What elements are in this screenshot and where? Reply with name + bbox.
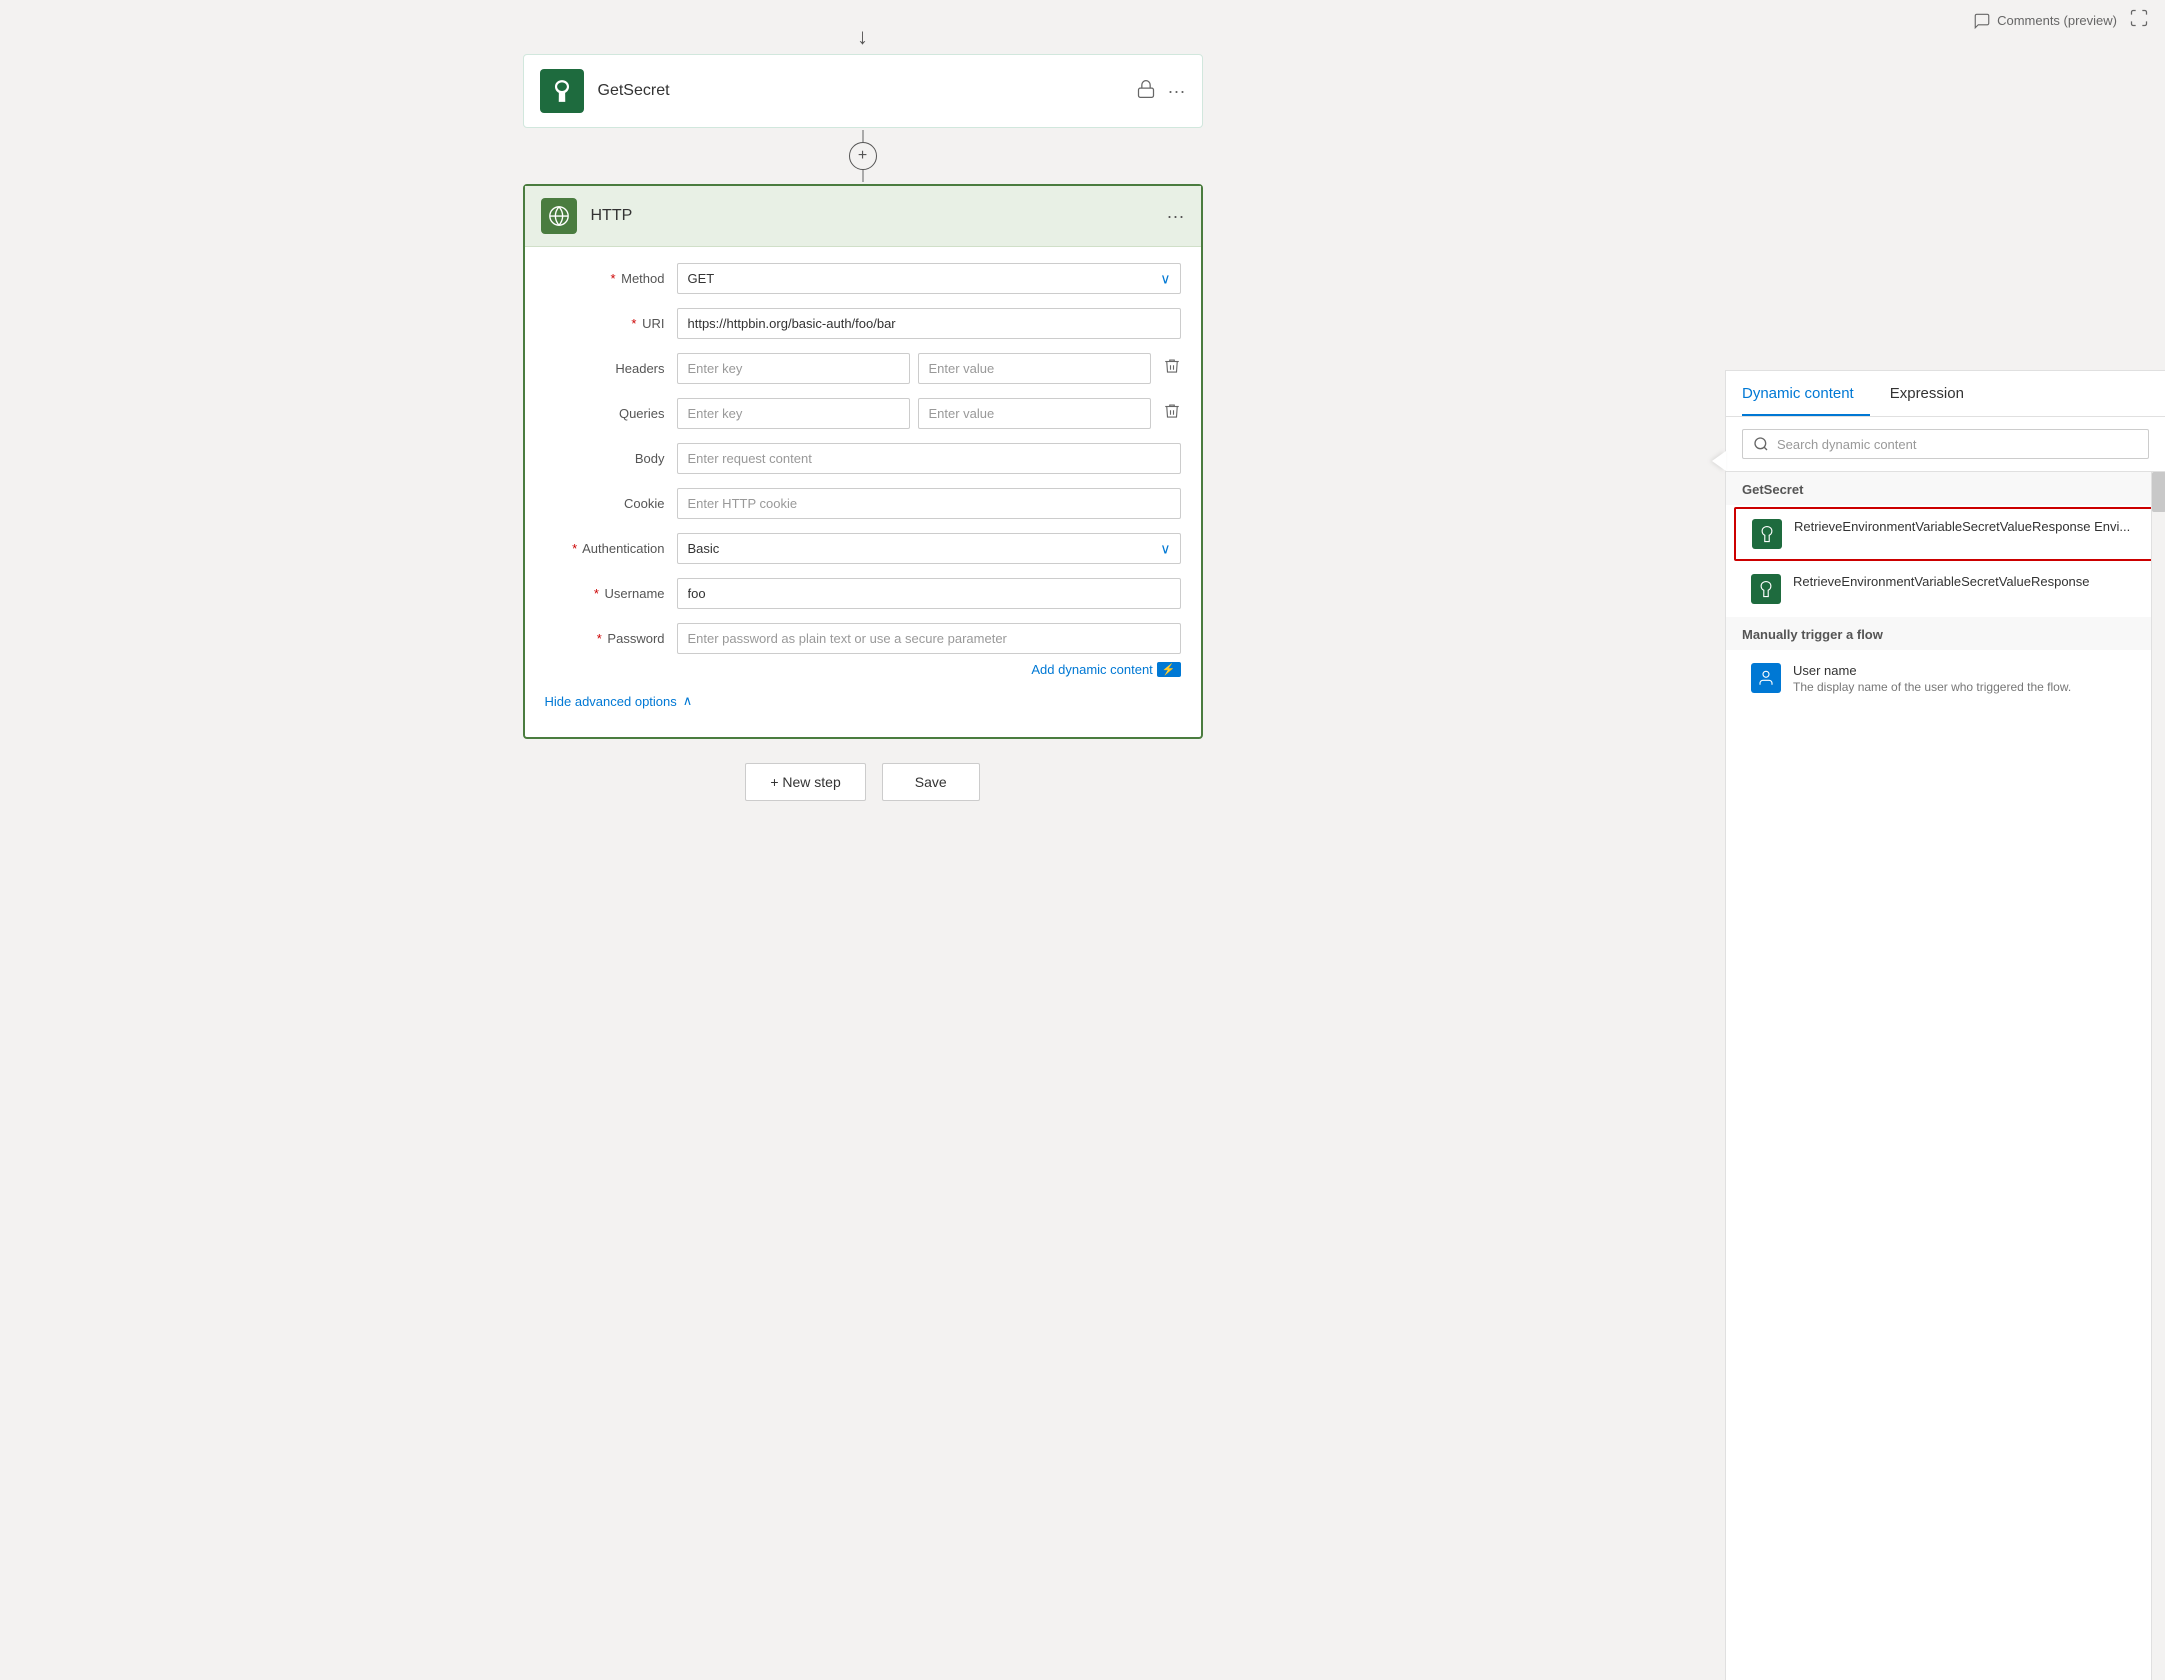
comments-icon	[1973, 12, 1991, 30]
globe-icon	[548, 205, 570, 227]
cookie-input[interactable]	[677, 488, 1181, 519]
comments-label: Comments (preview)	[1997, 13, 2117, 28]
method-select[interactable]: GET POST PUT DELETE PATCH	[677, 263, 1181, 294]
headers-label: Headers	[545, 361, 665, 376]
panel-tabs: Dynamic content Expression	[1726, 371, 2165, 417]
queries-value-input[interactable]	[918, 398, 1151, 429]
method-select-wrapper: GET POST PUT DELETE PATCH ∨	[677, 263, 1181, 294]
plus-connector: +	[849, 130, 877, 182]
item1-icon	[1752, 519, 1782, 549]
new-step-button[interactable]: + New step	[745, 763, 865, 801]
queries-delete-button[interactable]	[1163, 402, 1181, 425]
fullscreen-icon	[2129, 8, 2149, 28]
right-panel: Dynamic content Expression GetSecret	[1725, 370, 2165, 1680]
get-secret-title: GetSecret	[598, 82, 1136, 100]
authentication-label: * Authentication	[545, 541, 665, 556]
http-globe-icon	[541, 198, 577, 234]
search-wrapper	[1742, 429, 2149, 459]
authentication-row: * Authentication None Basic Client Certi…	[545, 533, 1181, 564]
add-step-button[interactable]: +	[849, 142, 877, 170]
top-arrow: ↓	[857, 24, 868, 50]
uri-label: * URI	[545, 316, 665, 331]
queries-row: Queries	[545, 398, 1181, 429]
panel-pointer	[1712, 451, 1726, 471]
connector-line-top	[862, 130, 864, 142]
chevron-up-icon: ∧	[683, 693, 693, 709]
password-row: * Password	[545, 623, 1181, 654]
item2-icon	[1751, 574, 1781, 604]
body-input[interactable]	[677, 443, 1181, 474]
headers-value-input[interactable]	[918, 353, 1151, 384]
password-input[interactable]	[677, 623, 1181, 654]
username-label: * Username	[545, 586, 665, 601]
panel-content: GetSecret RetrieveEnvironmentVariableSec…	[1726, 472, 2165, 1680]
bottom-actions: + New step Save	[745, 763, 979, 801]
uri-required: *	[631, 316, 636, 331]
queries-key-input[interactable]	[677, 398, 910, 429]
http-more-button[interactable]: ···	[1167, 206, 1185, 227]
panel-search	[1726, 417, 2165, 472]
password-label: * Password	[545, 631, 665, 646]
http-header: HTTP ···	[525, 186, 1201, 247]
tab-dynamic-content[interactable]: Dynamic content	[1742, 371, 1870, 416]
fullscreen-button[interactable]	[2129, 8, 2149, 33]
item2-text: RetrieveEnvironmentVariableSecretValueRe…	[1793, 574, 2140, 589]
headers-inputs	[677, 353, 1151, 384]
top-bar: Comments (preview)	[1957, 0, 2165, 41]
add-dynamic-content-button[interactable]: Add dynamic content ⚡	[1031, 662, 1180, 677]
headers-row: Headers	[545, 353, 1181, 384]
headers-key-input[interactable]	[677, 353, 910, 384]
dynamic-content-row: Add dynamic content ⚡	[545, 662, 1181, 677]
dynamic-content-item-3[interactable]: User name The display name of the user w…	[1734, 652, 2157, 705]
cookie-label: Cookie	[545, 496, 665, 511]
scrollbar-thumb[interactable]	[2152, 472, 2165, 512]
connector-line-bottom	[862, 170, 864, 182]
canvas: ↓ GetSecret ··· +	[0, 0, 1725, 1680]
auth-select[interactable]: None Basic Client Certificate Active Dir…	[677, 533, 1181, 564]
card-actions: ···	[1136, 79, 1186, 104]
save-button[interactable]: Save	[882, 763, 980, 801]
method-required: *	[610, 271, 615, 286]
hide-advanced-button[interactable]: Hide advanced options ∧	[545, 689, 693, 721]
get-secret-icon	[540, 69, 584, 113]
http-body: * Method GET POST PUT DELETE PATCH ∨	[525, 247, 1201, 737]
password-required: *	[597, 631, 602, 646]
headers-delete-button[interactable]	[1163, 357, 1181, 380]
search-input[interactable]	[1777, 437, 2138, 452]
body-row: Body	[545, 443, 1181, 474]
scrollbar-track[interactable]	[2151, 472, 2165, 1680]
dynamic-badge: ⚡	[1157, 662, 1181, 677]
dynamic-content-item-1[interactable]: RetrieveEnvironmentVariableSecretValueRe…	[1734, 507, 2157, 561]
section-header-getsecret: GetSecret	[1726, 472, 2165, 505]
lock-icon[interactable]	[1136, 79, 1156, 104]
auth-select-wrapper: None Basic Client Certificate Active Dir…	[677, 533, 1181, 564]
get-secret-card[interactable]: GetSecret ···	[523, 54, 1203, 128]
key-vault-icon	[549, 78, 575, 104]
username-input[interactable]	[677, 578, 1181, 609]
get-secret-more-icon[interactable]: ···	[1168, 81, 1186, 102]
tab-expression[interactable]: Expression	[1890, 371, 1980, 416]
item3-text: User name The display name of the user w…	[1793, 663, 2140, 694]
search-icon	[1753, 436, 1769, 452]
username-required: *	[594, 586, 599, 601]
uri-row: * URI	[545, 308, 1181, 339]
cookie-row: Cookie	[545, 488, 1181, 519]
queries-label: Queries	[545, 406, 665, 421]
http-title: HTTP	[591, 207, 1167, 225]
queries-inputs	[677, 398, 1151, 429]
dynamic-content-item-2[interactable]: RetrieveEnvironmentVariableSecretValueRe…	[1734, 563, 2157, 615]
method-label: * Method	[545, 271, 665, 286]
auth-required: *	[572, 541, 577, 556]
uri-input[interactable]	[677, 308, 1181, 339]
method-row: * Method GET POST PUT DELETE PATCH ∨	[545, 263, 1181, 294]
body-label: Body	[545, 451, 665, 466]
http-card: HTTP ··· * Method GET POST PUT DELETE PA…	[523, 184, 1203, 739]
section-header-trigger: Manually trigger a flow	[1726, 617, 2165, 650]
comments-button[interactable]: Comments (preview)	[1973, 12, 2117, 30]
item3-icon	[1751, 663, 1781, 693]
username-row: * Username	[545, 578, 1181, 609]
item1-text: RetrieveEnvironmentVariableSecretValueRe…	[1794, 519, 2139, 534]
